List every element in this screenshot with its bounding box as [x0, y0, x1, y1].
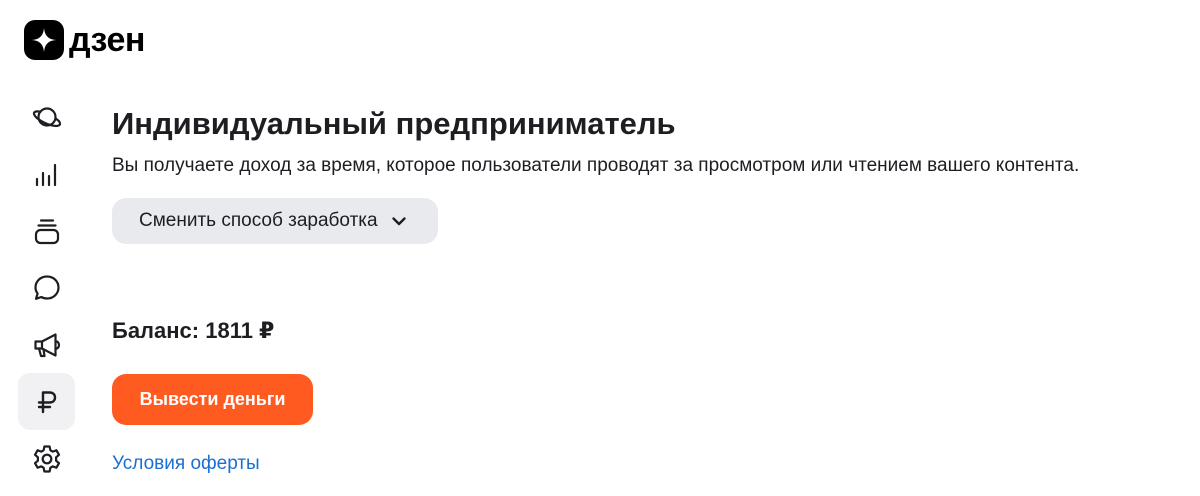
chevron-down-icon: [390, 212, 408, 230]
sidebar-item-comments[interactable]: [18, 259, 75, 316]
page-description: Вы получаете доход за время, которое пол…: [112, 155, 1080, 176]
sidebar-item-settings[interactable]: [18, 430, 75, 487]
balance-amount: Баланс: 1811 ₽: [112, 318, 275, 343]
sidebar-item-publications[interactable]: [18, 202, 75, 259]
sidebar-item-feed[interactable]: [18, 88, 75, 145]
gear-icon: [33, 444, 60, 473]
monetization-panel: Индивидуальный предприниматель Вы получа…: [112, 104, 1182, 244]
planet-icon: [32, 106, 61, 127]
change-earning-method-label: Сменить способ заработка: [139, 210, 378, 231]
sidebar-item-monetization[interactable]: [18, 373, 75, 430]
sidebar-item-statistics[interactable]: [18, 145, 75, 202]
zen-star-icon: [24, 20, 64, 60]
stacked-cards-icon: [34, 218, 59, 244]
sidebar-nav: [18, 88, 75, 487]
withdraw-money-button[interactable]: Вывести деньги: [112, 374, 313, 425]
zen-logo[interactable]: дзен: [24, 20, 145, 60]
offer-terms-link[interactable]: Условия оферты: [112, 451, 260, 477]
megaphone-icon: [33, 332, 60, 357]
chat-bubble-icon: [33, 274, 60, 300]
logo-text: дзен: [69, 21, 145, 59]
change-earning-method-button[interactable]: Сменить способ заработка: [112, 198, 438, 244]
bar-chart-icon: [35, 163, 56, 186]
page-title: Индивидуальный предприниматель: [112, 106, 676, 141]
ruble-icon: [37, 390, 56, 413]
sidebar-item-promotion[interactable]: [18, 316, 75, 373]
